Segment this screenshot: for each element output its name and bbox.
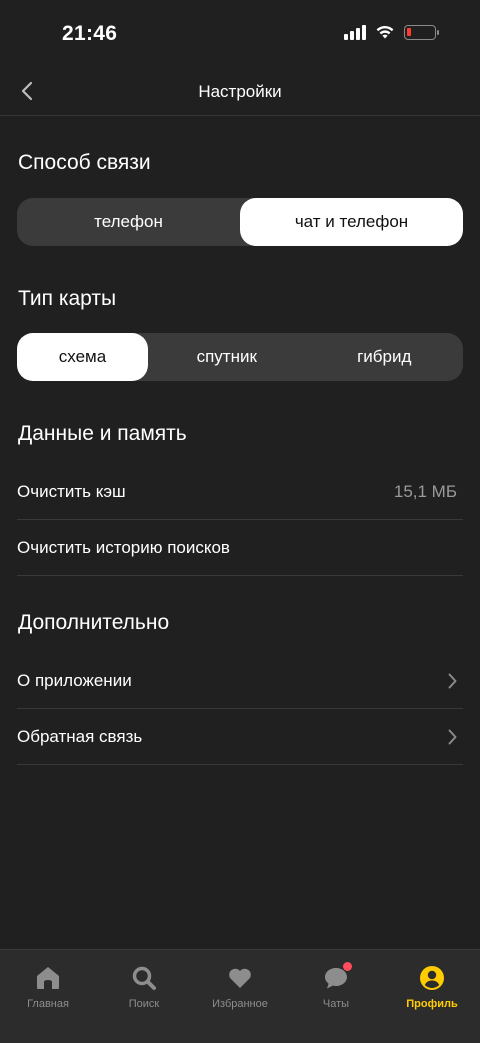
status-time: 21:46 xyxy=(62,22,118,45)
battery-icon xyxy=(404,24,439,40)
feedback-label: Обратная связь xyxy=(17,726,143,746)
home-icon xyxy=(34,964,62,992)
tab-search[interactable]: Поиск xyxy=(96,950,192,1043)
clear-history-label: Очистить историю поисков xyxy=(17,537,230,557)
map-option-hybrid[interactable]: гибрид xyxy=(306,333,464,381)
chat-icon xyxy=(322,962,352,992)
map-option-scheme[interactable]: схема xyxy=(17,333,148,381)
clear-history-row[interactable]: Очистить историю поисков xyxy=(17,520,463,576)
chevron-right-icon xyxy=(445,728,459,746)
heart-icon xyxy=(226,964,254,992)
tab-bar: Главная Поиск Избранное Чаты Профиль xyxy=(0,949,480,1043)
map-type-selector: схема спутник гибрид xyxy=(17,333,463,381)
search-icon xyxy=(130,964,158,992)
page-title: Настройки xyxy=(198,82,282,101)
tab-profile-label: Профиль xyxy=(406,998,458,1010)
map-type-title: Тип карты xyxy=(18,287,117,310)
cellular-signal-icon xyxy=(344,24,366,40)
tab-search-label: Поиск xyxy=(128,998,160,1010)
tab-favorites-label: Избранное xyxy=(212,998,268,1010)
tab-chats[interactable]: Чаты xyxy=(288,950,384,1043)
clear-cache-label: Очистить кэш xyxy=(17,481,126,501)
data-memory-title: Данные и память xyxy=(18,422,187,445)
cache-size-value: 15,1 МБ xyxy=(393,481,457,501)
contact-option-chat-phone[interactable]: чат и телефон xyxy=(240,198,463,246)
clear-cache-row[interactable]: Очистить кэш 15,1 МБ xyxy=(17,464,463,520)
contact-method-title: Способ связи xyxy=(18,151,151,174)
about-app-row[interactable]: О приложении xyxy=(17,653,463,709)
status-bar: 21:46 xyxy=(0,0,480,70)
map-option-satellite[interactable]: спутник xyxy=(148,333,306,381)
additional-title: Дополнительно xyxy=(18,611,170,634)
status-icons xyxy=(344,24,439,40)
unread-badge xyxy=(343,962,352,971)
profile-icon xyxy=(418,964,446,992)
wifi-icon xyxy=(376,25,394,39)
about-app-label: О приложении xyxy=(17,670,132,690)
nav-bar: Настройки xyxy=(0,70,480,116)
tab-home[interactable]: Главная xyxy=(0,950,96,1043)
chevron-right-icon xyxy=(445,672,459,690)
tab-favorites[interactable]: Избранное xyxy=(192,950,288,1043)
tab-profile[interactable]: Профиль xyxy=(384,950,480,1043)
contact-option-phone[interactable]: телефон xyxy=(17,198,240,246)
tab-chats-label: Чаты xyxy=(322,998,350,1010)
feedback-row[interactable]: Обратная связь xyxy=(17,709,463,765)
tab-home-label: Главная xyxy=(27,998,69,1010)
contact-method-selector: телефон чат и телефон xyxy=(17,198,463,246)
